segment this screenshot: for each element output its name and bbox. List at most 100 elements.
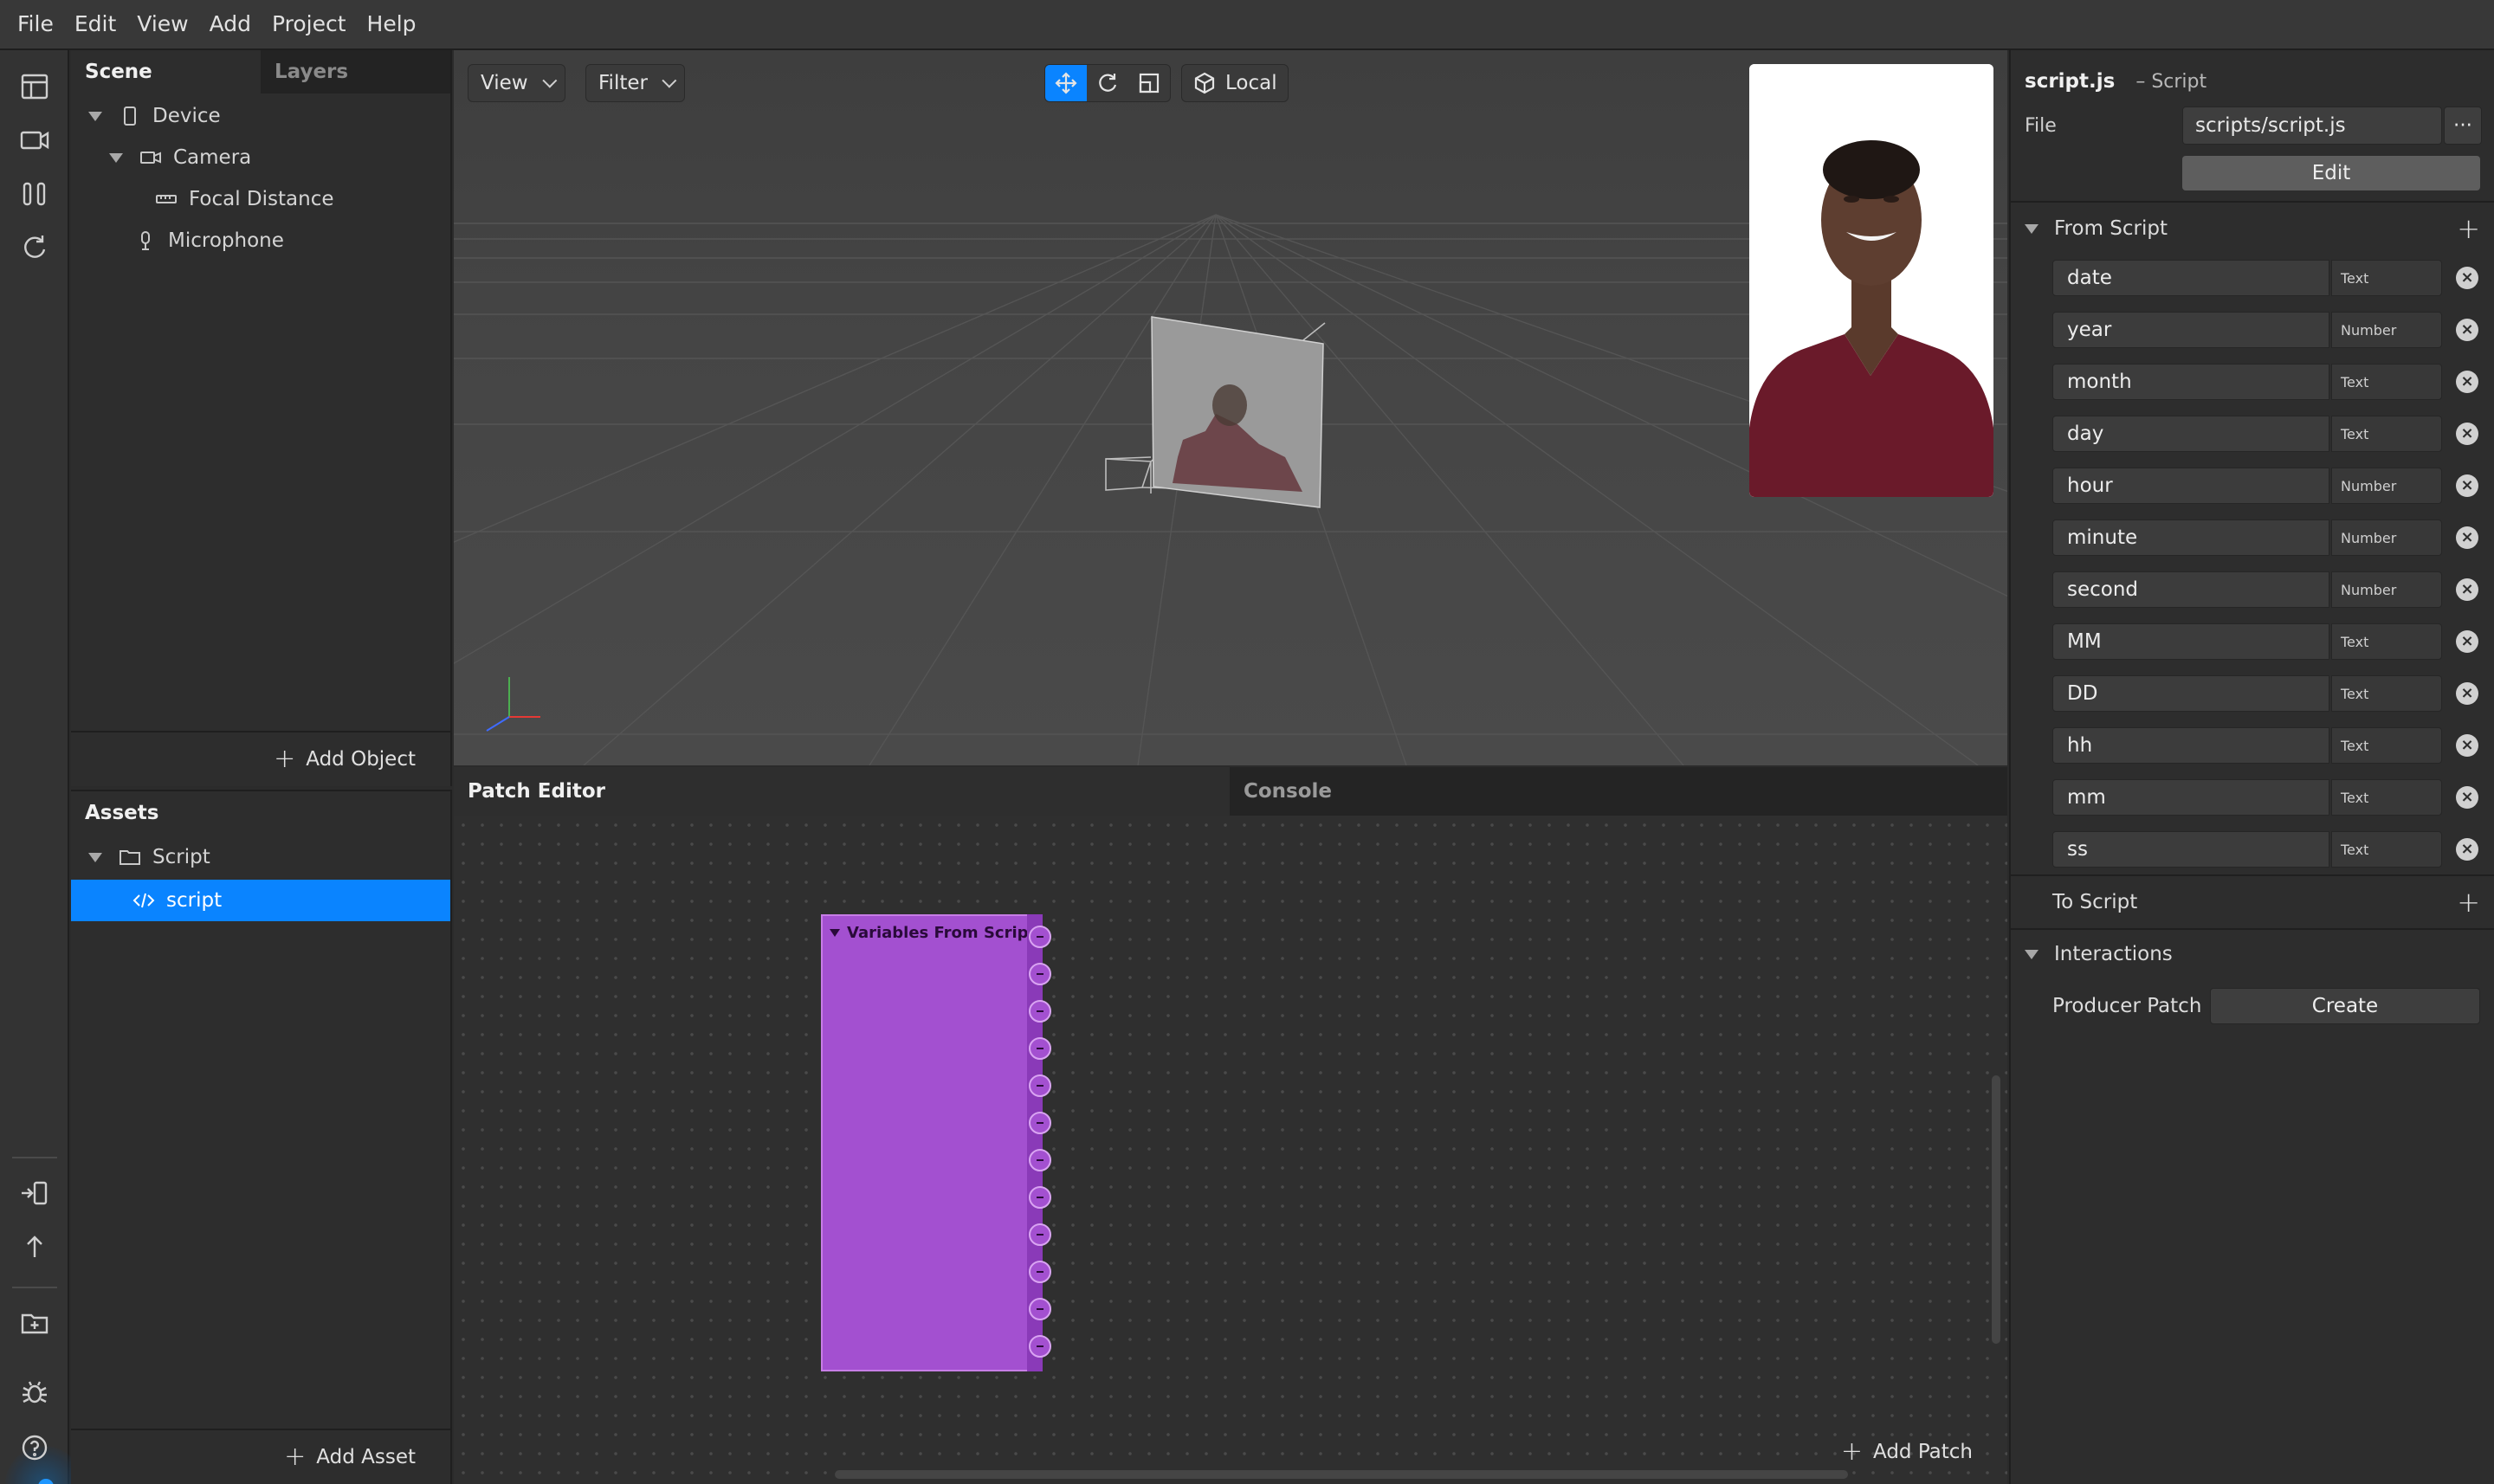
filter-dropdown[interactable]: Filter bbox=[585, 64, 685, 102]
output-port[interactable] bbox=[1029, 963, 1051, 985]
add-asset-button[interactable]: + Add Asset bbox=[284, 1444, 416, 1470]
more-options-icon[interactable]: ··· bbox=[2444, 106, 2482, 145]
tree-item-device[interactable]: Device bbox=[88, 95, 221, 137]
output-port[interactable] bbox=[1029, 1074, 1051, 1097]
output-port[interactable] bbox=[1029, 1223, 1051, 1246]
output-port[interactable] bbox=[1029, 1037, 1051, 1060]
horizontal-scrollbar[interactable] bbox=[835, 1470, 1848, 1479]
menu-add[interactable]: Add bbox=[199, 0, 262, 49]
variable-name-field[interactable]: DD bbox=[2052, 675, 2329, 712]
output-port[interactable] bbox=[1029, 1298, 1051, 1320]
new-folder-icon[interactable] bbox=[14, 1302, 55, 1344]
variable-name-field[interactable]: month bbox=[2052, 364, 2329, 400]
tree-item-camera[interactable]: Camera bbox=[109, 137, 251, 178]
remove-variable-icon[interactable]: × bbox=[2456, 474, 2478, 497]
variable-name-field[interactable]: hh bbox=[2052, 727, 2329, 764]
move-tool-icon[interactable] bbox=[1045, 65, 1087, 101]
tab-layers[interactable]: Layers bbox=[261, 50, 450, 94]
menu-project[interactable]: Project bbox=[262, 0, 357, 49]
variable-name-field[interactable]: mm bbox=[2052, 779, 2329, 816]
upload-icon[interactable] bbox=[14, 1226, 55, 1268]
tree-item-focal-distance[interactable]: Focal Distance bbox=[154, 178, 334, 220]
variable-type-dropdown[interactable]: Text bbox=[2331, 831, 2442, 868]
variable-type-dropdown[interactable]: Text bbox=[2331, 260, 2442, 296]
variable-type-dropdown[interactable]: Text bbox=[2331, 364, 2442, 400]
variable-type-dropdown[interactable]: Text bbox=[2331, 779, 2442, 816]
output-port[interactable] bbox=[1029, 1112, 1051, 1134]
variable-name-field[interactable]: day bbox=[2052, 416, 2329, 452]
view-dropdown[interactable]: View bbox=[468, 64, 565, 102]
help-icon[interactable] bbox=[14, 1427, 55, 1468]
remove-variable-icon[interactable]: × bbox=[2456, 319, 2478, 341]
columns-icon[interactable] bbox=[14, 173, 55, 215]
file-path-field[interactable]: scripts/script.js bbox=[2182, 106, 2442, 145]
remove-variable-icon[interactable]: × bbox=[2456, 630, 2478, 653]
asset-item-script[interactable]: script bbox=[71, 880, 450, 921]
menu-help[interactable]: Help bbox=[357, 0, 427, 49]
variable-type-dropdown[interactable]: Text bbox=[2331, 675, 2442, 712]
variables-from-script-patch[interactable]: Variables From Script bbox=[821, 914, 1043, 1371]
send-to-device-icon[interactable] bbox=[14, 1172, 55, 1214]
variable-type-dropdown[interactable]: Number bbox=[2331, 519, 2442, 556]
asset-folder-script[interactable]: Script bbox=[88, 836, 210, 878]
variable-name-field[interactable]: date bbox=[2052, 260, 2329, 296]
add-output-icon[interactable]: + bbox=[2457, 886, 2480, 919]
remove-variable-icon[interactable]: × bbox=[2456, 371, 2478, 393]
refresh-icon[interactable] bbox=[14, 227, 55, 268]
interactions-header[interactable]: Interactions bbox=[2011, 930, 2494, 978]
output-port[interactable] bbox=[1029, 1335, 1051, 1358]
remove-variable-icon[interactable]: × bbox=[2456, 423, 2478, 445]
variable-type-dropdown[interactable]: Number bbox=[2331, 571, 2442, 608]
output-port[interactable] bbox=[1029, 1186, 1051, 1209]
menu-edit[interactable]: Edit bbox=[64, 0, 126, 49]
menu-view[interactable]: View bbox=[126, 0, 198, 49]
tab-scene[interactable]: Scene bbox=[71, 50, 261, 94]
variable-name-field[interactable]: year bbox=[2052, 312, 2329, 348]
remove-variable-icon[interactable]: × bbox=[2456, 267, 2478, 289]
vertical-scrollbar[interactable] bbox=[1992, 1075, 2000, 1344]
menu-file[interactable]: File bbox=[7, 0, 64, 49]
variable-name-field[interactable]: hour bbox=[2052, 468, 2329, 504]
tab-console[interactable]: Console bbox=[1230, 767, 2007, 816]
variable-type-dropdown[interactable]: Text bbox=[2331, 416, 2442, 452]
bug-icon[interactable] bbox=[14, 1371, 55, 1413]
patch-canvas[interactable]: Variables From Script + Add Patch bbox=[454, 816, 2007, 1484]
add-variable-icon[interactable]: + bbox=[2457, 212, 2480, 245]
remove-variable-icon[interactable]: × bbox=[2456, 786, 2478, 809]
remove-variable-icon[interactable]: × bbox=[2456, 526, 2478, 549]
output-port[interactable] bbox=[1029, 1149, 1051, 1171]
local-space-toggle[interactable]: Local bbox=[1181, 64, 1289, 102]
expand-arrow-icon[interactable] bbox=[88, 111, 102, 121]
output-port[interactable] bbox=[1029, 926, 1051, 948]
scale-tool-icon[interactable] bbox=[1128, 65, 1170, 101]
output-port[interactable] bbox=[1029, 1261, 1051, 1283]
remove-variable-icon[interactable]: × bbox=[2456, 734, 2478, 757]
remove-variable-icon[interactable]: × bbox=[2456, 838, 2478, 861]
rotate-tool-icon[interactable] bbox=[1087, 65, 1128, 101]
variable-type-dropdown[interactable]: Text bbox=[2331, 727, 2442, 764]
to-script-header[interactable]: To Script + bbox=[2011, 878, 2494, 926]
add-patch-button[interactable]: + Add Patch bbox=[1841, 1439, 1973, 1465]
edit-script-button[interactable]: Edit bbox=[2182, 156, 2480, 190]
expand-arrow-icon[interactable] bbox=[88, 852, 102, 862]
scene-viewport[interactable]: View Filter Local bbox=[454, 50, 2007, 765]
variable-type-dropdown[interactable]: Number bbox=[2331, 312, 2442, 348]
variable-name-field[interactable]: MM bbox=[2052, 623, 2329, 660]
add-object-button[interactable]: + Add Object bbox=[274, 746, 416, 772]
video-camera-icon[interactable] bbox=[14, 119, 55, 161]
remove-variable-icon[interactable]: × bbox=[2456, 578, 2478, 601]
variable-type-dropdown[interactable]: Number bbox=[2331, 468, 2442, 504]
layout-icon[interactable] bbox=[14, 66, 55, 107]
expand-arrow-icon[interactable] bbox=[2025, 223, 2038, 234]
tab-patch-editor[interactable]: Patch Editor bbox=[454, 767, 1230, 816]
variable-type-dropdown[interactable]: Text bbox=[2331, 623, 2442, 660]
expand-arrow-icon[interactable] bbox=[109, 152, 123, 163]
tree-item-microphone[interactable]: Microphone bbox=[133, 220, 284, 261]
from-script-header[interactable]: From Script + bbox=[2011, 204, 2494, 253]
remove-variable-icon[interactable]: × bbox=[2456, 682, 2478, 705]
variable-name-field[interactable]: ss bbox=[2052, 831, 2329, 868]
create-patch-button[interactable]: Create bbox=[2210, 988, 2480, 1024]
variable-name-field[interactable]: second bbox=[2052, 571, 2329, 608]
expand-arrow-icon[interactable] bbox=[2025, 949, 2038, 959]
collapse-arrow-icon[interactable] bbox=[830, 928, 840, 937]
